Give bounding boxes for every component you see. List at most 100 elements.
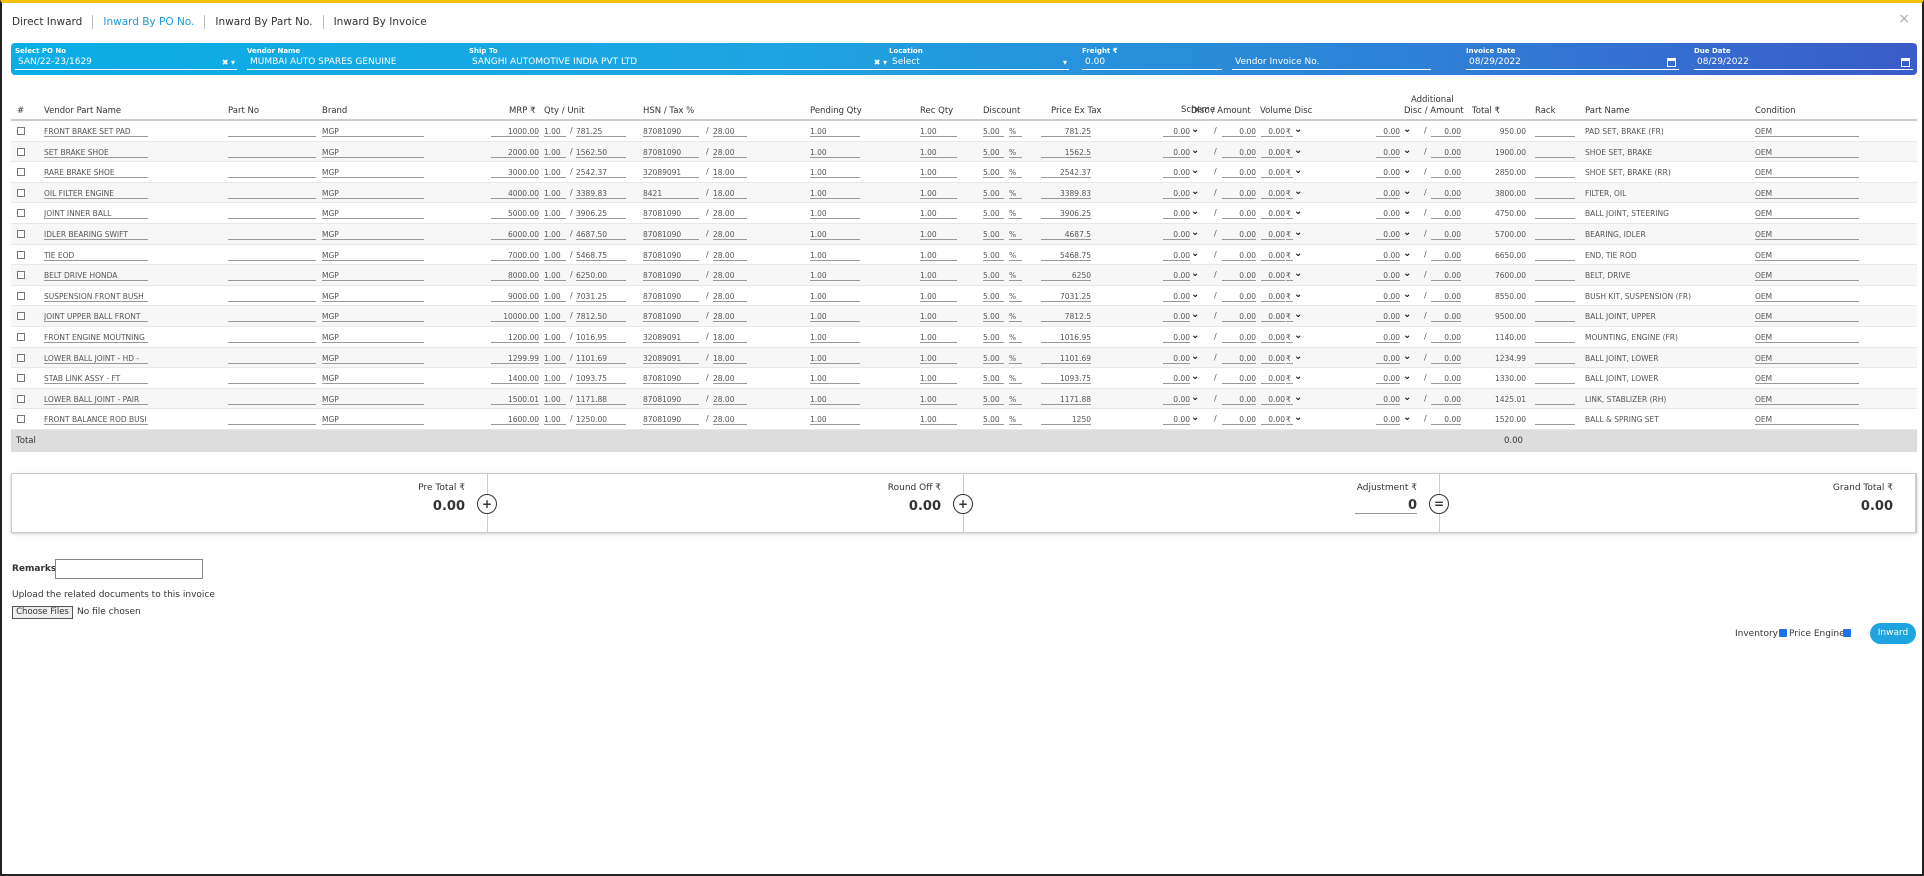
tab-inward-by-po[interactable]: Inward By PO No.	[93, 15, 206, 29]
chevron-down-icon[interactable]: ⌄	[1294, 371, 1302, 382]
vendor-part-name-input[interactable]: RARE BRAKE SHOE	[44, 167, 148, 179]
scheme-disc-input[interactable]: 0.00	[1163, 394, 1190, 405]
volume-disc-type[interactable]: ₹	[1286, 311, 1293, 323]
additional-amount-input[interactable]: 0.00	[1431, 250, 1461, 261]
price-ex-tax-input[interactable]: 7031.25	[1041, 291, 1091, 302]
additional-disc-input[interactable]: 0.00	[1376, 208, 1400, 220]
close-icon[interactable]: ×	[1898, 11, 1910, 27]
tax-input[interactable]: 28.00	[713, 270, 747, 282]
chevron-down-icon[interactable]: ⌄	[1294, 268, 1302, 279]
mrp-input[interactable]: 7000.00	[491, 250, 539, 261]
inward-button[interactable]: Inward	[1870, 623, 1916, 644]
additional-disc-input[interactable]: 0.00	[1376, 394, 1400, 405]
calendar-icon[interactable]	[1667, 58, 1676, 67]
volume-disc-input[interactable]: 0.00	[1261, 229, 1285, 240]
additional-amount-input[interactable]: 0.00	[1431, 414, 1461, 426]
vendor-invoice-field[interactable]: Vendor Invoice No.	[1232, 47, 1431, 72]
qty-input[interactable]: 1.00	[544, 126, 566, 137]
scheme-amount-input[interactable]: 0.00	[1222, 126, 1256, 137]
rec-qty-input[interactable]: 1.00	[920, 188, 957, 199]
condition-input[interactable]: OEM	[1755, 311, 1859, 323]
part-no-input[interactable]	[228, 229, 316, 240]
row-checkbox[interactable]	[17, 415, 25, 424]
price-ex-tax-input[interactable]: 2542.37	[1041, 167, 1091, 179]
part-no-input[interactable]	[228, 208, 316, 220]
additional-amount-input[interactable]: 0.00	[1431, 126, 1461, 137]
scheme-disc-input[interactable]: 0.00	[1163, 414, 1190, 426]
unit-price-input[interactable]: 4687.50	[576, 229, 626, 240]
volume-disc-input[interactable]: 0.00	[1261, 353, 1285, 364]
additional-disc-input[interactable]: 0.00	[1376, 270, 1400, 282]
rec-qty-input[interactable]: 1.00	[920, 311, 957, 323]
tax-input[interactable]: 18.00	[713, 167, 747, 179]
discount-input[interactable]: 5.00	[983, 394, 1004, 405]
choose-files-button[interactable]: Choose Files	[12, 606, 73, 619]
price-ex-tax-input[interactable]: 1250	[1041, 414, 1091, 426]
scheme-disc-input[interactable]: 0.00	[1163, 353, 1190, 364]
tax-input[interactable]: 28.00	[713, 394, 747, 405]
mrp-input[interactable]: 1400.00	[491, 373, 539, 385]
pending-qty-input[interactable]: 1.00	[810, 311, 860, 323]
chevron-down-icon[interactable]: ⌄	[1294, 351, 1302, 362]
hsn-input[interactable]: 87081090	[643, 250, 699, 261]
chevron-down-icon[interactable]: ⌄	[1403, 165, 1411, 176]
pending-qty-input[interactable]: 1.00	[810, 167, 860, 179]
hsn-input[interactable]: 87081090	[643, 126, 699, 137]
chevron-down-icon[interactable]: ⌄	[1403, 227, 1411, 238]
additional-amount-input[interactable]: 0.00	[1431, 188, 1461, 199]
discount-input[interactable]: 5.00	[983, 167, 1004, 179]
condition-input[interactable]: OEM	[1755, 373, 1859, 385]
brand-input[interactable]: MGP	[322, 414, 424, 426]
chevron-down-icon[interactable]: ⌄	[1294, 289, 1302, 300]
mrp-input[interactable]: 2000.00	[491, 147, 539, 158]
chevron-down-icon[interactable]: ⌄	[1294, 206, 1302, 217]
chevron-down-icon[interactable]: ⌄	[1403, 330, 1411, 341]
chevron-down-icon[interactable]: ⌄	[1403, 309, 1411, 320]
pending-qty-input[interactable]: 1.00	[810, 414, 860, 426]
pending-qty-input[interactable]: 1.00	[810, 188, 860, 199]
additional-amount-input[interactable]: 0.00	[1431, 353, 1461, 364]
discount-type-select[interactable]: %	[1009, 311, 1022, 323]
additional-amount-input[interactable]: 0.00	[1431, 167, 1461, 179]
additional-disc-input[interactable]: 0.00	[1376, 126, 1400, 137]
tax-input[interactable]: 28.00	[713, 126, 747, 137]
mrp-input[interactable]: 1600.00	[491, 414, 539, 426]
qty-input[interactable]: 1.00	[544, 311, 566, 323]
tax-input[interactable]: 28.00	[713, 311, 747, 323]
tax-input[interactable]: 28.00	[713, 229, 747, 240]
volume-disc-input[interactable]: 0.00	[1261, 167, 1285, 179]
hsn-input[interactable]: 87081090	[643, 394, 699, 405]
volume-disc-type[interactable]: ₹	[1286, 126, 1293, 137]
pending-qty-input[interactable]: 1.00	[810, 394, 860, 405]
brand-input[interactable]: MGP	[322, 270, 424, 282]
discount-input[interactable]: 5.00	[983, 229, 1004, 240]
chevron-down-icon[interactable]: ⌄	[1403, 392, 1411, 403]
discount-input[interactable]: 5.00	[983, 188, 1004, 199]
rec-qty-input[interactable]: 1.00	[920, 353, 957, 364]
additional-disc-input[interactable]: 0.00	[1376, 353, 1400, 364]
rack-input[interactable]	[1535, 229, 1575, 240]
rec-qty-input[interactable]: 1.00	[920, 126, 957, 137]
invoice-date-field[interactable]: Invoice Date 08/29/2022	[1466, 47, 1679, 72]
unit-price-input[interactable]: 5468.75	[576, 250, 626, 261]
chevron-down-icon[interactable]: ⌄	[1294, 309, 1302, 320]
additional-amount-input[interactable]: 0.00	[1431, 270, 1461, 282]
rack-input[interactable]	[1535, 373, 1575, 385]
vendor-part-name-input[interactable]: SET BRAKE SHOE	[44, 147, 148, 158]
discount-type-select[interactable]: %	[1009, 291, 1022, 302]
scheme-amount-input[interactable]: 0.00	[1222, 332, 1256, 343]
chevron-down-icon[interactable]: ⌄	[1403, 145, 1411, 156]
vendor-part-name-input[interactable]: OIL FILTER ENGINE	[44, 188, 148, 199]
rack-input[interactable]	[1535, 291, 1575, 302]
condition-input[interactable]: OEM	[1755, 147, 1859, 158]
chevron-down-icon[interactable]: ⌄	[1191, 227, 1199, 238]
chevron-down-icon[interactable]: ⌄	[1191, 351, 1199, 362]
qty-input[interactable]: 1.00	[544, 270, 566, 282]
rack-input[interactable]	[1535, 147, 1575, 158]
discount-input[interactable]: 5.00	[983, 270, 1004, 282]
clear-caret-icon[interactable]: ✖ ▾	[222, 56, 235, 69]
price-ex-tax-input[interactable]: 3389.83	[1041, 188, 1091, 199]
rec-qty-input[interactable]: 1.00	[920, 414, 957, 426]
volume-disc-type[interactable]: ₹	[1286, 188, 1293, 199]
rec-qty-input[interactable]: 1.00	[920, 270, 957, 282]
